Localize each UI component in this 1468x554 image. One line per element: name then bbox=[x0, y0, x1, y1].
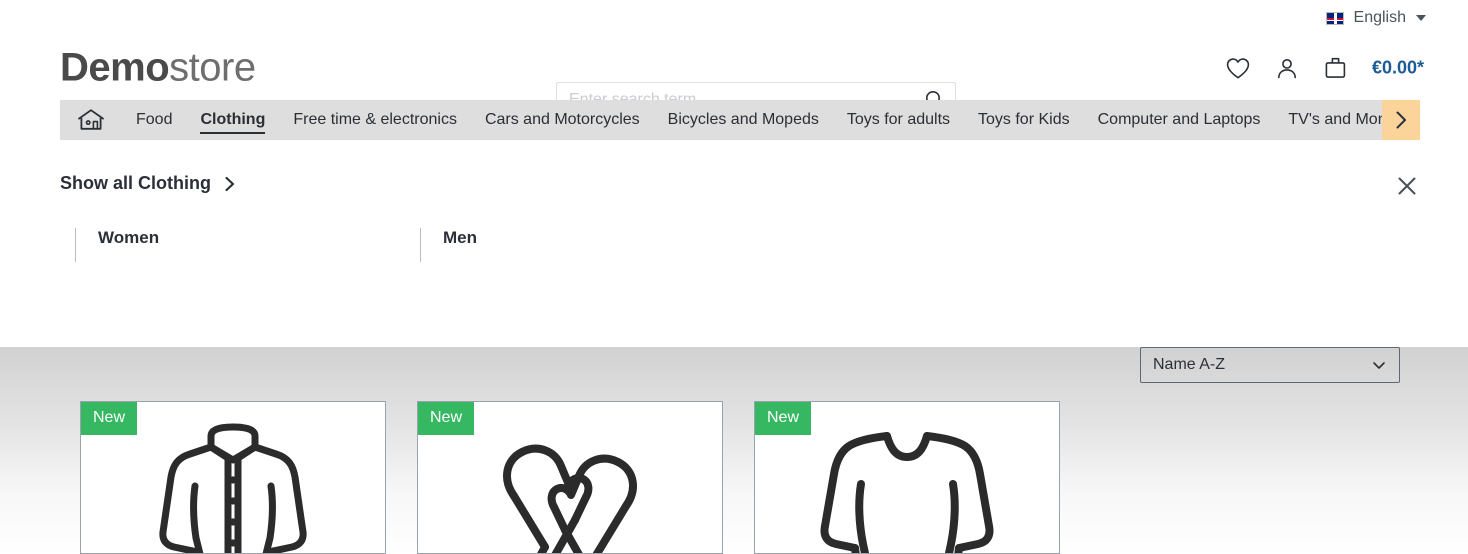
heart-icon bbox=[1226, 57, 1250, 78]
nav-scroll-right-button[interactable] bbox=[1382, 100, 1420, 140]
nav-item-label: Toys for adults bbox=[846, 111, 951, 128]
status-badge: New bbox=[81, 402, 138, 435]
nav-item-toys-kids[interactable]: Toys for Kids bbox=[964, 100, 1084, 140]
flyout-columns: Women Men bbox=[75, 228, 1420, 262]
header-actions: €0.00* bbox=[1225, 56, 1424, 81]
nav-item-home[interactable] bbox=[60, 100, 122, 140]
nav-item-label: Free time & electronics bbox=[293, 111, 457, 128]
cart-button[interactable] bbox=[1323, 56, 1348, 81]
nav-item-clothing[interactable]: Clothing bbox=[186, 100, 279, 140]
flyout-column-men: Men bbox=[420, 228, 765, 262]
nav-item-list: Food Clothing Free time & electronics Ca… bbox=[122, 100, 1420, 140]
wishlist-button[interactable] bbox=[1225, 56, 1251, 80]
status-badge: New bbox=[418, 402, 475, 435]
top-utility-bar: English bbox=[0, 0, 1468, 36]
nav-item-label: Toys for Kids bbox=[978, 111, 1070, 128]
jacket-icon bbox=[159, 423, 307, 553]
product-listing-area: Name A-Z New New New bbox=[0, 347, 1468, 554]
product-card[interactable]: New bbox=[754, 401, 1060, 554]
flyout-category-title[interactable]: Men bbox=[443, 228, 765, 248]
nav-item-computer-laptops[interactable]: Computer and Laptops bbox=[1084, 100, 1275, 140]
logo-bold-part: Demo bbox=[60, 45, 170, 90]
site-header: Demostore Enter search term... €0.00* bbox=[0, 36, 1468, 118]
logo-light-part: store bbox=[169, 45, 256, 90]
nav-item-bicycles-mopeds[interactable]: Bicycles and Mopeds bbox=[654, 100, 833, 140]
bag-icon bbox=[1325, 57, 1346, 78]
nav-item-label: Computer and Laptops bbox=[1097, 111, 1261, 128]
account-button[interactable] bbox=[1275, 56, 1299, 80]
product-image bbox=[418, 414, 722, 553]
home-icon bbox=[78, 109, 104, 130]
nav-item-label: Bicycles and Mopeds bbox=[667, 111, 819, 128]
nav-item-label: Cars and Motorcycles bbox=[484, 111, 640, 128]
language-switcher[interactable]: English bbox=[1325, 9, 1426, 27]
uk-flag-icon bbox=[1325, 11, 1344, 25]
status-badge: New bbox=[755, 402, 812, 435]
show-all-clothing-link[interactable]: Show all Clothing bbox=[60, 173, 237, 194]
product-card[interactable]: New bbox=[417, 401, 723, 554]
sweater-icon bbox=[820, 432, 994, 553]
chevron-right-icon bbox=[1396, 111, 1406, 129]
nav-item-label: Clothing bbox=[200, 111, 266, 128]
flyout-column-women: Women bbox=[75, 228, 420, 262]
category-flyout-menu: Show all Clothing Women Men bbox=[0, 140, 1468, 347]
caret-down-icon bbox=[1416, 15, 1426, 21]
sort-selected-value: Name A-Z bbox=[1153, 356, 1226, 373]
nav-item-toys-adults[interactable]: Toys for adults bbox=[833, 100, 964, 140]
product-image bbox=[755, 414, 1059, 553]
chevron-down-icon bbox=[1373, 362, 1385, 369]
product-card-grid: New New New bbox=[80, 401, 1060, 554]
nav-item-cars-motorcycles[interactable]: Cars and Motorcycles bbox=[471, 100, 654, 140]
product-image bbox=[81, 414, 385, 553]
flyout-category-title[interactable]: Women bbox=[98, 228, 420, 248]
language-label: English bbox=[1353, 9, 1406, 26]
nav-item-label: Food bbox=[136, 111, 173, 128]
mittens-icon bbox=[503, 444, 637, 553]
nav-item-free-time-electronics[interactable]: Free time & electronics bbox=[279, 100, 471, 140]
main-navigation: Food Clothing Free time & electronics Ca… bbox=[60, 100, 1420, 140]
page-root: English Demostore Enter search term... €… bbox=[0, 0, 1468, 554]
chevron-right-icon bbox=[225, 176, 235, 191]
site-logo[interactable]: Demostore bbox=[60, 46, 256, 91]
product-card[interactable]: New bbox=[80, 401, 386, 554]
sort-dropdown[interactable]: Name A-Z bbox=[1140, 347, 1400, 383]
user-icon bbox=[1277, 58, 1296, 78]
close-icon bbox=[1398, 177, 1416, 195]
close-flyout-button[interactable] bbox=[1394, 173, 1420, 199]
show-all-label: Show all Clothing bbox=[60, 173, 211, 193]
nav-item-food[interactable]: Food bbox=[122, 100, 186, 140]
cart-total-amount[interactable]: €0.00* bbox=[1372, 58, 1424, 79]
